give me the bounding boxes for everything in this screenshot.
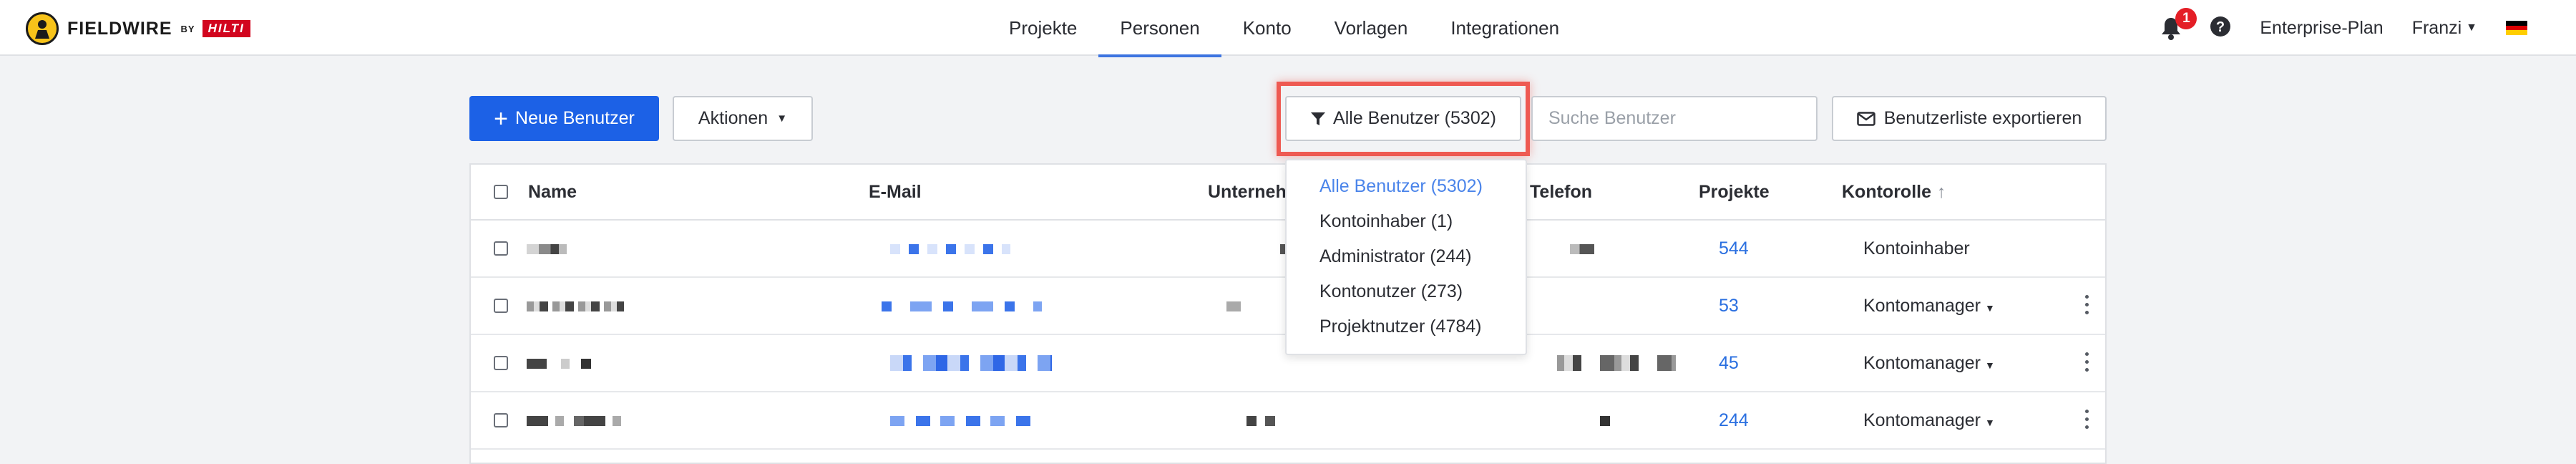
row-checkbox[interactable]	[494, 241, 508, 256]
main-nav: Projekte Personen Konto Vorlagen Integra…	[987, 0, 1581, 57]
row-checkbox[interactable]	[494, 413, 508, 427]
account-role-label: Kontomanager	[1863, 353, 1981, 373]
redacted-email	[890, 355, 1052, 371]
plan-label[interactable]: Enterprise-Plan	[2260, 18, 2383, 39]
chevron-down-icon: ▼	[1985, 302, 1995, 314]
project-count-link[interactable]: 544	[1719, 221, 1749, 276]
sort-ascending-icon: ↑	[1937, 182, 1946, 202]
svg-text:?: ?	[2216, 19, 2225, 35]
redacted-company	[1226, 301, 1241, 311]
actions-button[interactable]: Aktionen ▼	[673, 96, 813, 141]
row-more-options-icon[interactable]	[2085, 410, 2089, 433]
user-filter-dropdown: Alle Benutzer (5302) Kontoinhaber (1) Ad…	[1285, 159, 1527, 355]
new-user-label: Neue Benutzer	[515, 108, 635, 128]
fieldwire-logo-icon	[26, 12, 59, 45]
redacted-email	[890, 416, 1040, 426]
redacted-email	[882, 301, 1042, 311]
actions-label: Aktionen	[698, 108, 769, 128]
column-header-projects[interactable]: Projekte	[1699, 165, 1770, 219]
filter-option-project-user[interactable]: Projektnutzer (4784)	[1287, 309, 1526, 344]
nav-integrationen[interactable]: Integrationen	[1429, 0, 1581, 56]
top-navigation-bar: FIELDWIRE BY HILTI Projekte Personen Kon…	[0, 0, 2576, 57]
redacted-name	[527, 244, 567, 254]
brand-name: FIELDWIRE	[67, 18, 172, 39]
column-header-role[interactable]: Kontorolle ↑	[1842, 165, 1946, 219]
export-user-list-button[interactable]: Benutzerliste exportieren	[1832, 96, 2107, 141]
chevron-down-icon[interactable]: ▼	[2466, 21, 2477, 34]
mail-icon	[1856, 111, 1875, 126]
user-filter-button[interactable]: Alle Benutzer (5302)	[1285, 96, 1521, 141]
project-count-link[interactable]: 53	[1719, 278, 1739, 334]
filter-option-all-users[interactable]: Alle Benutzer (5302)	[1287, 169, 1526, 204]
row-checkbox[interactable]	[494, 356, 508, 370]
table-row[interactable]: 244 Kontomanager ▼	[471, 392, 2105, 450]
row-more-options-icon[interactable]	[2085, 295, 2089, 319]
project-count-link[interactable]: 244	[1719, 392, 1749, 448]
notification-badge: 1	[2175, 8, 2197, 29]
export-label: Benutzerliste exportieren	[1883, 108, 2082, 128]
redacted-name	[527, 301, 624, 311]
nav-projekte[interactable]: Projekte	[987, 0, 1098, 56]
redacted-name	[527, 359, 591, 369]
account-role: Kontoinhaber	[1863, 238, 1970, 258]
account-role-label: Kontomanager	[1863, 410, 1981, 430]
redacted-company	[1246, 416, 1275, 426]
hilti-logo: HILTI	[202, 20, 250, 37]
help-icon: ?	[2210, 16, 2231, 37]
german-flag-icon[interactable]	[2506, 21, 2527, 36]
filter-option-account-owner[interactable]: Kontoinhaber (1)	[1287, 204, 1526, 239]
redacted-phone	[1557, 355, 1676, 371]
row-checkbox[interactable]	[494, 299, 508, 313]
filter-option-administrator[interactable]: Administrator (244)	[1287, 239, 1526, 274]
account-role-dropdown[interactable]: Kontomanager ▼	[1863, 278, 1995, 334]
chevron-down-icon: ▼	[1985, 417, 1995, 428]
nav-vorlagen[interactable]: Vorlagen	[1313, 0, 1430, 56]
plus-icon: +	[494, 105, 509, 132]
user-filter-label: Alle Benutzer (5302)	[1333, 108, 1496, 128]
nav-konto[interactable]: Konto	[1221, 0, 1313, 56]
column-header-phone[interactable]: Telefon	[1530, 165, 1592, 219]
redacted-name	[527, 416, 624, 426]
column-header-name[interactable]: Name	[528, 165, 577, 219]
account-role-dropdown[interactable]: Kontomanager ▼	[1863, 392, 1995, 448]
select-all-checkbox[interactable]	[494, 185, 508, 199]
chevron-down-icon: ▼	[776, 112, 788, 125]
column-header-role-label: Kontorolle	[1842, 182, 1931, 202]
brand-by: BY	[180, 23, 195, 34]
account-role-label: Kontomanager	[1863, 296, 1981, 316]
redacted-phone	[1600, 416, 1610, 426]
row-more-options-icon[interactable]	[2085, 352, 2089, 376]
fieldwire-logo[interactable]: FIELDWIRE BY HILTI	[26, 12, 250, 45]
redacted-email	[890, 244, 1010, 254]
user-menu[interactable]: Franzi	[2412, 18, 2462, 39]
chevron-down-icon: ▼	[1985, 359, 1995, 371]
account-role-dropdown[interactable]: Kontomanager ▼	[1863, 335, 1995, 391]
help-button[interactable]: ?	[2210, 16, 2231, 41]
nav-personen[interactable]: Personen	[1098, 0, 1222, 57]
filter-icon	[1311, 112, 1326, 125]
notifications-button[interactable]: 1	[2160, 8, 2197, 42]
project-count-link[interactable]: 45	[1719, 335, 1739, 391]
redacted-phone	[1570, 244, 1594, 254]
column-header-email[interactable]: E-Mail	[869, 165, 922, 219]
search-users-input[interactable]	[1531, 96, 1818, 141]
filter-option-account-user[interactable]: Kontonutzer (273)	[1287, 274, 1526, 309]
new-user-button[interactable]: + Neue Benutzer	[469, 96, 659, 141]
